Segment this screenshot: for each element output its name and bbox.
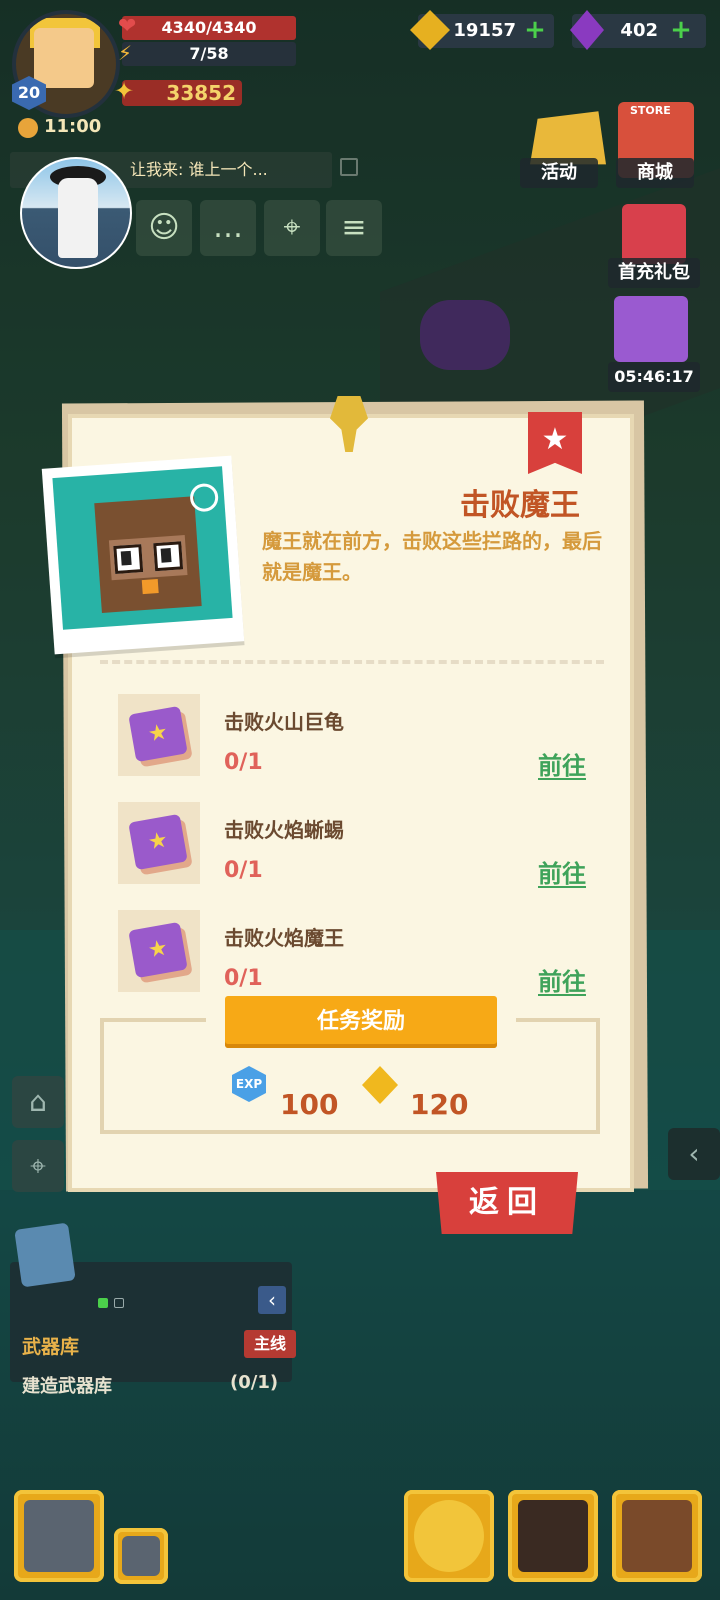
divider — [100, 660, 604, 664]
first-recharge-button[interactable]: 首充礼包 — [608, 258, 700, 288]
quest-title: 击败魔王 — [460, 488, 580, 523]
task-name: 击败火焰蜥蜴 — [224, 818, 344, 842]
hero-button[interactable] — [404, 1490, 494, 1582]
notice-icon[interactable]: ≡ — [326, 200, 382, 256]
pets-icon — [518, 1500, 588, 1572]
gold-value: 19157 — [453, 20, 516, 41]
task-name: 击败火山巨龟 — [224, 710, 344, 734]
store-sign: STORE — [630, 104, 671, 117]
goto-button[interactable]: 前往 — [538, 746, 586, 781]
hammer-icon — [24, 1500, 94, 1572]
mission-progress: (0/1) — [230, 1372, 279, 1393]
backpack-icon — [622, 1500, 692, 1572]
pupil — [120, 550, 132, 566]
heart-icon: ❤ — [118, 14, 137, 39]
gem-value: 402 — [620, 20, 658, 41]
gold-stack-icon: ✦ — [114, 77, 135, 105]
star-icon: ★ — [541, 422, 569, 457]
sun-icon — [18, 118, 38, 138]
activity-button[interactable]: 活动 — [520, 158, 598, 188]
task-progress: 0/1 — [224, 858, 263, 883]
hp-bar: 4340/4340 — [122, 16, 296, 40]
mission-task: 建造武器库 — [22, 1376, 112, 1397]
task-progress: 0/1 — [224, 750, 263, 775]
portrait-background — [52, 466, 233, 630]
task-progress: 0/1 — [224, 966, 263, 991]
task-book-icon: ★ — [118, 694, 200, 776]
task-book-icon: ★ — [118, 910, 200, 992]
star-icon: ★ — [146, 827, 170, 856]
map-icon[interactable]: ⌖ — [264, 200, 320, 256]
pager-dot-active — [98, 1298, 108, 1308]
owl-eye-left — [113, 544, 144, 574]
goto-button[interactable]: 前往 — [538, 962, 586, 997]
add-gems-button[interactable]: + — [670, 17, 692, 43]
gift-timer: 05:46:17 — [608, 362, 700, 392]
main-quest-tag: 主线 — [244, 1330, 296, 1358]
camera-icon — [122, 1536, 160, 1576]
goto-button[interactable]: 前往 — [538, 854, 586, 889]
game-time: 11:00 — [44, 116, 102, 137]
friends-icon[interactable]: ☺ — [136, 200, 192, 256]
store-button[interactable]: 商城 — [616, 158, 694, 188]
home-icon[interactable]: ⌂ — [12, 1076, 64, 1128]
backpack-button[interactable] — [612, 1490, 702, 1582]
quest-description: 魔王就在前方，击败这些拦路的，最后就是魔王。 — [262, 529, 602, 584]
pager-dot — [114, 1298, 124, 1308]
task-name: 击败火焰魔王 — [224, 926, 344, 950]
star-icon: ★ — [146, 935, 170, 964]
back-button[interactable]: 返回 — [436, 1172, 578, 1234]
avatar-face — [34, 28, 94, 88]
bolt-icon: ⚡ — [118, 41, 133, 65]
gift-box-icon[interactable] — [622, 204, 686, 264]
photo-person — [58, 178, 98, 258]
energy-bar: 7/58 — [122, 42, 296, 66]
add-gold-button[interactable]: + — [524, 17, 546, 43]
hero-icon — [414, 1500, 484, 1572]
chat-icon[interactable]: … — [200, 200, 256, 256]
pets-button[interactable] — [508, 1490, 598, 1582]
gift-pack-icon[interactable] — [614, 296, 688, 362]
coin-reward-value: 120 — [410, 1088, 469, 1121]
mission-scroll-icon — [14, 1222, 76, 1288]
pupil — [160, 548, 172, 563]
camera-button[interactable] — [114, 1528, 168, 1584]
star-icon: ★ — [146, 719, 170, 748]
task-book-icon: ★ — [118, 802, 200, 884]
quest-giver-portrait — [41, 455, 245, 655]
chat-expand-icon[interactable] — [340, 158, 358, 176]
exp-reward-value: 100 — [280, 1088, 339, 1121]
owl-eye-right — [153, 541, 184, 572]
location-icon[interactable]: ⌖ — [12, 1140, 64, 1192]
collapse-arrow-icon[interactable]: ‹ — [258, 1286, 286, 1314]
mission-category: 武器库 — [22, 1336, 80, 1358]
forge-hammer-button[interactable] — [14, 1490, 104, 1582]
reward-header: 任务奖励 — [225, 996, 497, 1048]
side-arrow-icon[interactable]: ‹ — [668, 1128, 720, 1180]
owl-beak — [141, 579, 159, 595]
